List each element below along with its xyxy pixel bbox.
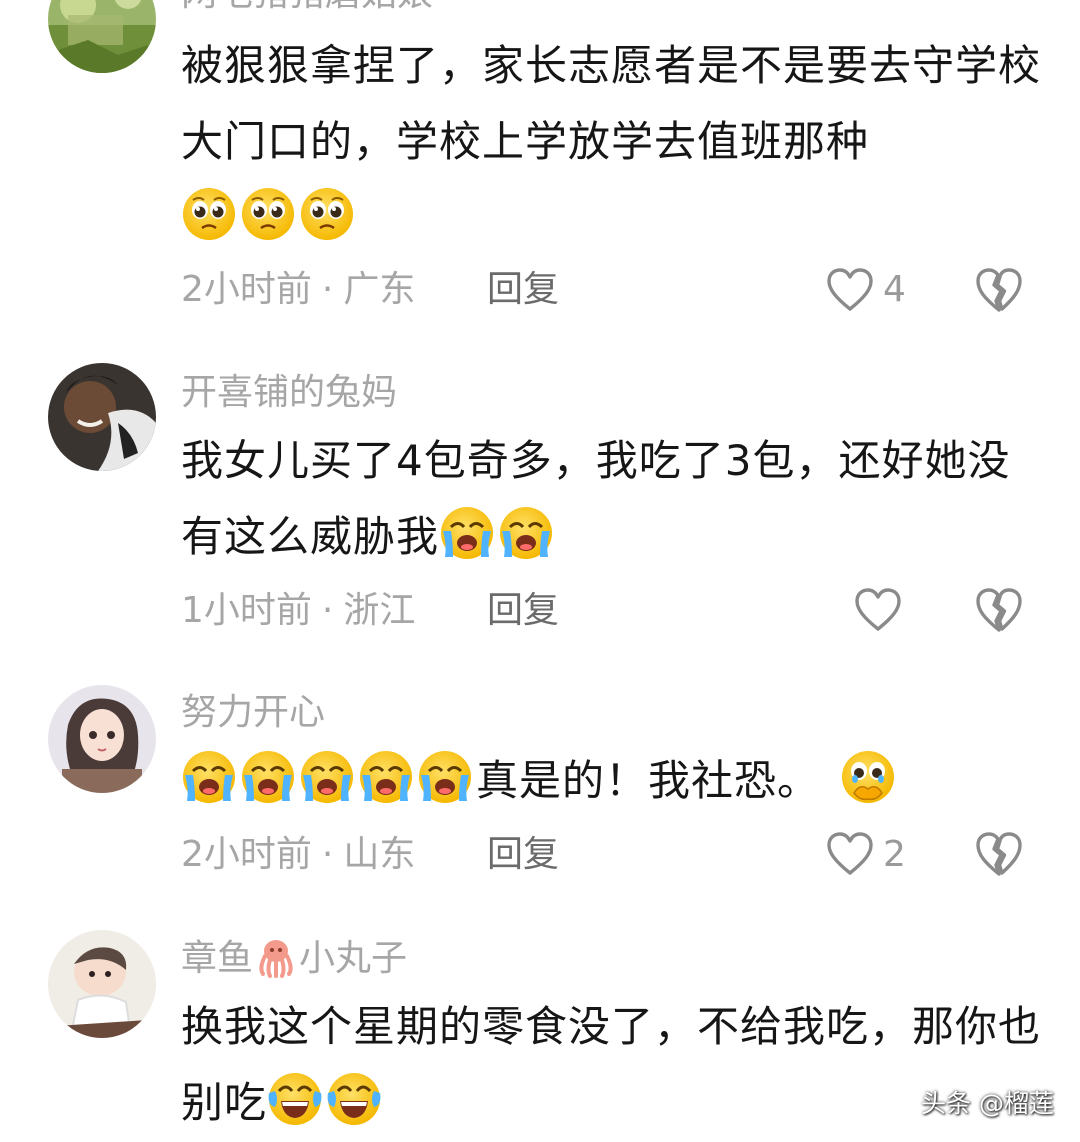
reply-button[interactable]: 回复 [487, 589, 559, 633]
comment-text: 我女儿买了4包奇多，我吃了3包，还好她没有这么威胁我 [181, 436, 1011, 561]
crying-face-emoji [299, 749, 355, 805]
comment-location: 山东 [343, 834, 416, 875]
like-heart-icon[interactable] [853, 587, 903, 633]
like-count: 4 [883, 269, 906, 310]
crying-face-emoji [240, 749, 296, 805]
pleading-face-emoji [181, 186, 237, 242]
comment-location: 广东 [343, 269, 416, 310]
comment-meta: 2小时前 · 山东 [181, 834, 416, 875]
user-avatar[interactable] [48, 363, 156, 471]
crying-laughing-emoji [326, 1071, 382, 1127]
crying-face-emoji [439, 505, 495, 561]
reply-button[interactable]: 回复 [487, 833, 559, 877]
pleading-face-emoji [299, 186, 355, 242]
like-heart-icon[interactable] [825, 267, 875, 313]
holding-back-tears-emoji [840, 749, 896, 805]
user-avatar[interactable] [48, 0, 156, 73]
like-heart-icon[interactable] [825, 831, 875, 877]
comment-time: 2小时前 [181, 834, 312, 875]
comment-meta: 2小时前 · 广东 [181, 269, 416, 310]
dislike-broken-heart-icon[interactable] [974, 266, 1024, 314]
reply-button[interactable]: 回复 [487, 268, 559, 312]
user-avatar[interactable] [48, 685, 156, 793]
comment-text: 被狠狠拿捏了，家长志愿者是不是要去守学校大门口的，学校上学放学去值班那种 [181, 28, 1041, 256]
octopus-emoji [259, 940, 293, 978]
like-count: 2 [883, 834, 906, 875]
username[interactable]: 开喜铺的兔妈 [181, 371, 397, 415]
comment-text: 真是的！我社恐。 [181, 743, 1041, 819]
crying-face-emoji [417, 749, 473, 805]
crying-face-emoji [498, 505, 554, 561]
pleading-face-emoji [240, 186, 296, 242]
comment-meta: 1小时前 · 浙江 [181, 590, 416, 631]
comment-text: 换我这个星期的零食没了，不给我吃，那你也别吃 [181, 1002, 1042, 1127]
username[interactable]: 章鱼 小丸子 [181, 936, 407, 981]
crying-face-emoji [358, 749, 414, 805]
crying-laughing-emoji [267, 1071, 323, 1127]
username[interactable]: 努力开心 [181, 691, 325, 735]
comment-time: 2小时前 [181, 269, 312, 310]
watermark: 头条 @榴莲 [921, 1089, 1054, 1118]
crying-face-emoji [181, 749, 237, 805]
comment-location: 浙江 [343, 590, 416, 631]
comment-time: 1小时前 [181, 590, 312, 631]
username[interactable]: 网毛猪猪磨姑娘 [181, 0, 433, 16]
dislike-broken-heart-icon[interactable] [974, 830, 1024, 878]
dislike-broken-heart-icon[interactable] [974, 586, 1024, 634]
user-avatar[interactable] [48, 930, 156, 1038]
